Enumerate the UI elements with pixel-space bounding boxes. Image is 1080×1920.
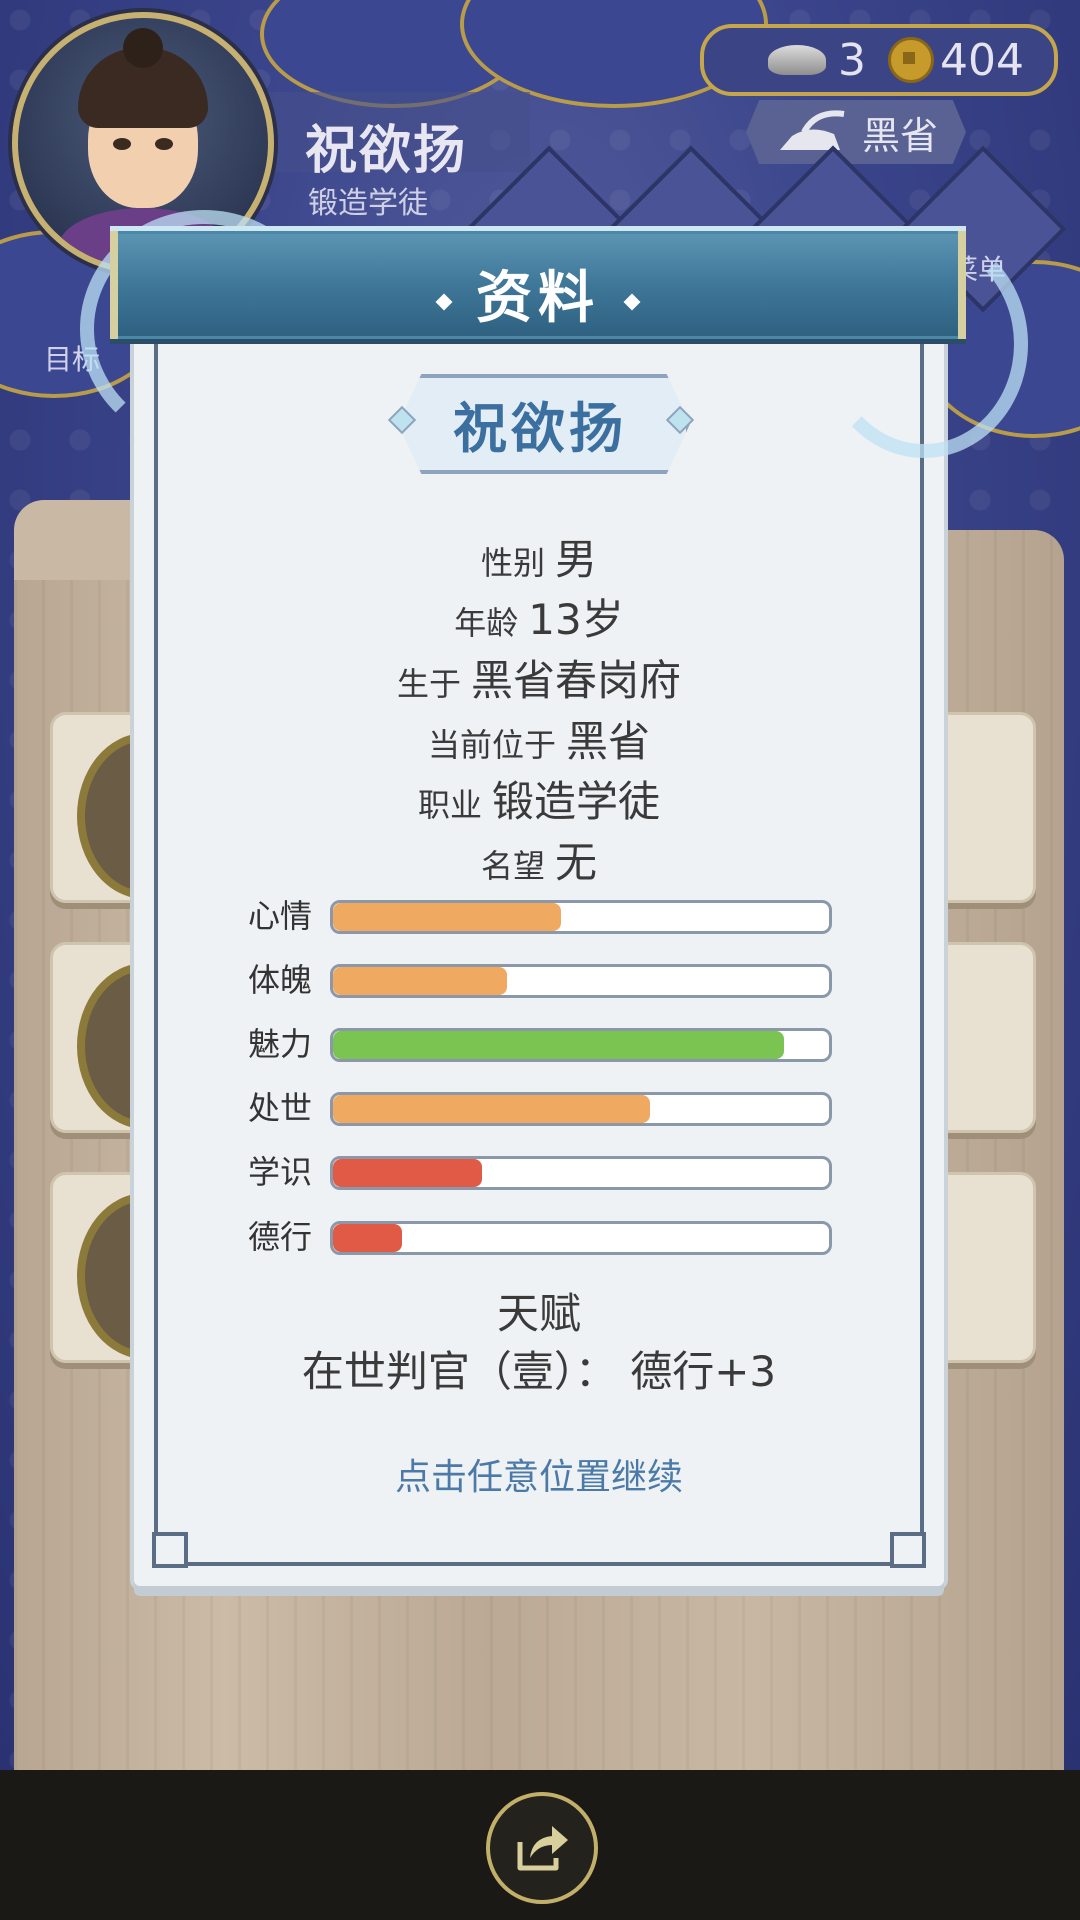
location-name: 黑省 [861,113,938,158]
info-gender: 性别男 [480,535,598,584]
info-age: 年龄 13岁 [454,595,624,644]
copper-coin-icon [888,37,934,83]
iron-icon [780,110,845,150]
talent-description: 在世判官（壹）： 德行+3 [301,1347,777,1396]
frame-corner [152,1532,188,1568]
stat-bar [330,1092,832,1126]
stat-bar [330,1221,832,1255]
currency-bar: 3 404 [700,24,1058,96]
stat-bar [330,1028,832,1062]
info-birthplace: 生于 黑省春岗府 [396,656,682,705]
stat-bar [330,1156,832,1190]
coin-count: 404 [940,34,1024,86]
talent-heading: 天赋 [496,1289,581,1338]
dialog-title: 资料 [476,266,600,331]
dialog-header: 资料 [110,226,966,344]
share-button[interactable] [486,1792,598,1904]
info-current-location: 当前位于 黑省 [427,717,651,766]
ingot-count: 3 [838,34,866,86]
silver-ingot-icon [768,45,826,75]
continue-hint[interactable]: 点击任意位置继续 [134,1448,944,1500]
info-occupation: 职业 锻造学徒 [417,777,661,826]
player-name: 祝欲扬 [305,121,468,181]
character-name: 祝欲扬 [453,397,627,460]
stat-bar [330,900,832,934]
info-reputation: 名望无 [480,838,598,887]
player-title: 锻造学徒 [308,186,428,221]
diamond-icon [435,293,453,311]
stat-bar [330,964,832,998]
diamond-icon [623,293,641,311]
frame-corner [890,1532,926,1568]
share-icon [517,1826,568,1871]
